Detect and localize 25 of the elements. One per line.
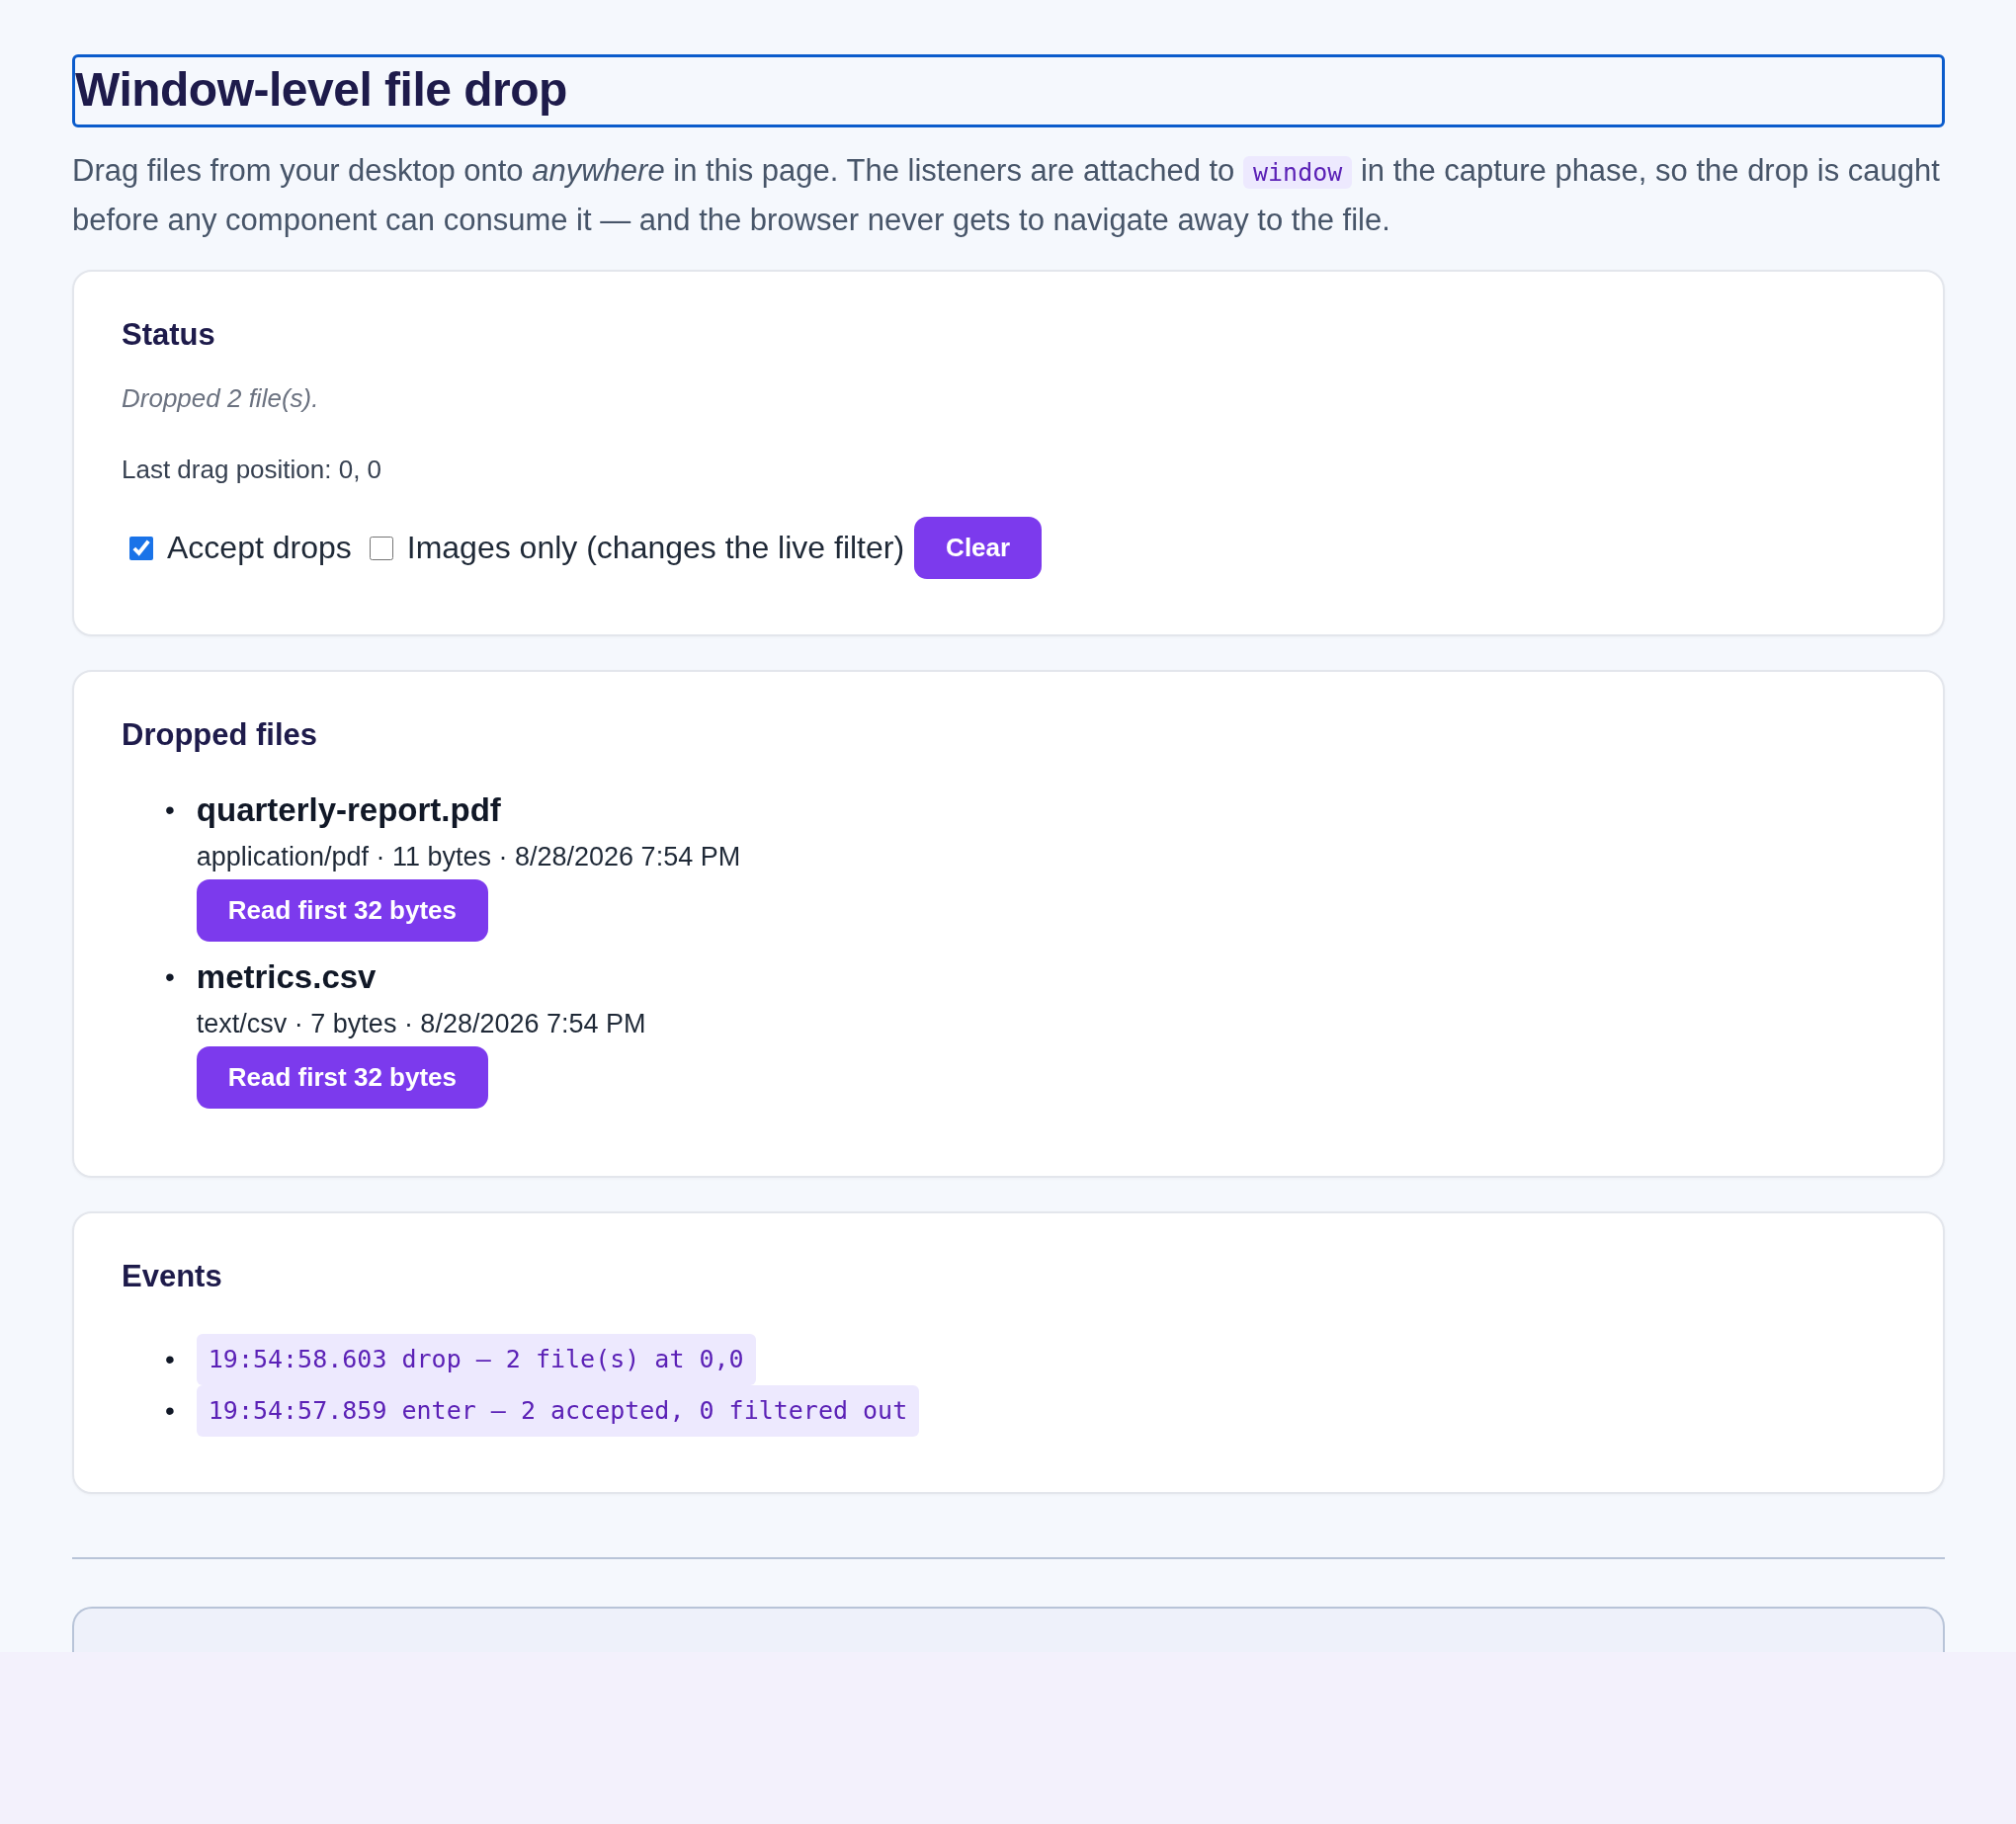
clear-button[interactable]: Clear [914,517,1043,579]
drag-position-text: Last drag position: 0, 0 [122,454,383,486]
checkbox-label[interactable]: Accept drops [167,530,352,566]
file-meta: text/csv · 7 bytes · 8/28/2026 7:54 PM [196,1008,646,1040]
event-entry: 19:54:57.859 enter — 2 accepted, 0 filtered out [196,1385,920,1437]
intro-text: Drag files from your desktop onto anywhere in this page. The listeners are attached to window in the capture phase, so the drop is caught before any component can consume it — and the browser never gets to navigate away to the file. [72,152,1941,239]
file-meta: application/pdf · 11 bytes · 8/28/2026 7:54 PM [196,841,741,873]
bullet: • [165,793,175,827]
read-bytes-button[interactable]: Read first 32 bytes [196,1046,489,1109]
card-heading: Status [122,316,216,354]
checkbox-label[interactable]: Images only (changes the live filter) [406,530,905,566]
status-message: Dropped 2 file(s). [122,382,320,415]
page-title: Window-level file drop [72,54,1945,127]
bullet: • [165,1343,175,1376]
inline-code: window [1243,156,1353,189]
card-heading: Events [122,1258,223,1295]
checkbox[interactable] [369,536,393,560]
file-name: metrics.csv [196,957,378,997]
bullet: • [165,1394,175,1428]
card-heading: Dropped files [122,716,319,754]
file-name: quarterly-report.pdf [196,790,502,830]
checkbox[interactable] [129,536,153,560]
read-bytes-button[interactable]: Read first 32 bytes [196,879,489,942]
event-entry: 19:54:58.603 drop — 2 file(s) at 0,0 [196,1334,756,1385]
bullet: • [165,960,175,994]
